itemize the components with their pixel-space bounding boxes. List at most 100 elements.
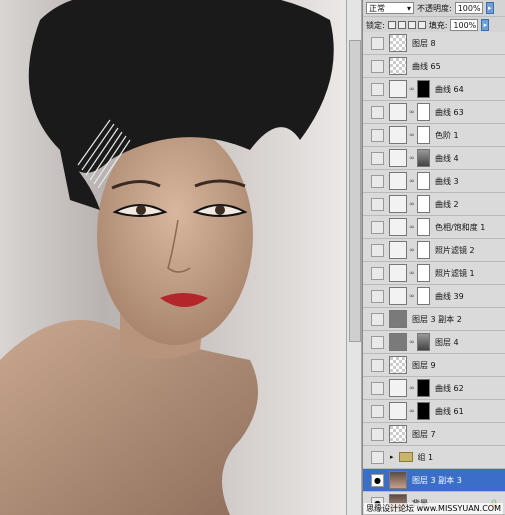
link-chain-icon[interactable]: ∞: [409, 269, 415, 277]
visibility-eye-icon[interactable]: [371, 105, 384, 119]
visibility-eye-icon[interactable]: [371, 59, 384, 73]
adjustment-thumbnail-icon[interactable]: [389, 402, 407, 420]
link-chain-icon[interactable]: ∞: [409, 407, 415, 415]
layer-row[interactable]: ∞ 色阶 1: [363, 124, 505, 147]
layer-thumbnail[interactable]: [389, 34, 407, 52]
layer-row[interactable]: ∞ 曲线 61: [363, 400, 505, 423]
opacity-arrow-icon[interactable]: ▸: [485, 2, 494, 14]
layer-row[interactable]: ∞ 曲线 39: [363, 285, 505, 308]
layer-thumbnail[interactable]: [389, 425, 407, 443]
layer-mask-thumbnail[interactable]: [417, 126, 430, 144]
expand-triangle-icon[interactable]: ▸: [390, 453, 394, 461]
layer-row[interactable]: 图层 3 副本 2: [363, 308, 505, 331]
layer-mask-thumbnail[interactable]: [417, 402, 430, 420]
link-chain-icon[interactable]: ∞: [409, 154, 415, 162]
folder-icon: [398, 452, 413, 462]
adjustment-thumbnail-icon[interactable]: [389, 379, 407, 397]
visibility-eye-icon[interactable]: [371, 266, 384, 280]
link-chain-icon[interactable]: ∞: [409, 131, 415, 139]
layer-row[interactable]: 图层 8: [363, 32, 505, 55]
image-canvas[interactable]: [0, 0, 346, 515]
adjustment-thumbnail-icon[interactable]: [389, 241, 407, 259]
layer-row[interactable]: ∞ 照片滤镜 2: [363, 239, 505, 262]
layer-row[interactable]: ∞ 曲线 64: [363, 78, 505, 101]
adjustment-thumbnail-icon[interactable]: [389, 195, 407, 213]
layer-mask-thumbnail[interactable]: [417, 333, 430, 351]
layer-mask-thumbnail[interactable]: [417, 103, 430, 121]
link-chain-icon[interactable]: ∞: [409, 177, 415, 185]
adjustment-thumbnail-icon[interactable]: [389, 287, 407, 305]
layer-row[interactable]: ∞ 曲线 62: [363, 377, 505, 400]
visibility-eye-icon[interactable]: [371, 289, 384, 303]
layer-row[interactable]: ∞ 照片滤镜 1: [363, 262, 505, 285]
adjustment-thumbnail-icon[interactable]: [389, 126, 407, 144]
link-chain-icon[interactable]: ∞: [409, 384, 415, 392]
visibility-eye-icon[interactable]: [371, 243, 384, 257]
layer-row[interactable]: ∞ 曲线 2: [363, 193, 505, 216]
adjustment-thumbnail-icon[interactable]: [389, 149, 407, 167]
canvas-vertical-scrollbar[interactable]: [346, 0, 362, 515]
link-chain-icon[interactable]: ∞: [409, 108, 415, 116]
visibility-eye-icon[interactable]: [371, 312, 384, 326]
layer-row[interactable]: 图层 9: [363, 354, 505, 377]
visibility-eye-icon[interactable]: [371, 404, 384, 418]
lock-all-icon[interactable]: [417, 21, 426, 29]
layer-mask-thumbnail[interactable]: [417, 264, 430, 282]
link-chain-icon[interactable]: ∞: [409, 246, 415, 254]
layer-row[interactable]: ▸ 组 1: [363, 446, 505, 469]
visibility-eye-icon[interactable]: [371, 450, 384, 464]
visibility-eye-icon[interactable]: [371, 220, 384, 234]
visibility-eye-icon[interactable]: ●: [371, 473, 384, 487]
fill-input[interactable]: 100%: [450, 19, 479, 31]
link-chain-icon[interactable]: ∞: [409, 200, 415, 208]
visibility-eye-icon[interactable]: [371, 427, 384, 441]
visibility-eye-icon[interactable]: [371, 335, 384, 349]
layer-mask-thumbnail[interactable]: [417, 172, 430, 190]
layer-thumbnail[interactable]: [389, 471, 407, 489]
scroll-thumb[interactable]: [349, 40, 361, 342]
layer-mask-thumbnail[interactable]: [417, 241, 430, 259]
adjustment-thumbnail-icon[interactable]: [389, 80, 407, 98]
visibility-eye-icon[interactable]: [371, 82, 384, 96]
link-chain-icon[interactable]: ∞: [409, 338, 415, 346]
visibility-eye-icon[interactable]: [371, 36, 384, 50]
layer-row[interactable]: ∞ 曲线 63: [363, 101, 505, 124]
layer-thumbnail[interactable]: [389, 333, 407, 351]
opacity-input[interactable]: 100%: [454, 2, 483, 14]
layer-mask-thumbnail[interactable]: [417, 195, 430, 213]
layer-mask-thumbnail[interactable]: [417, 149, 430, 167]
lock-transparency-icon[interactable]: [387, 21, 396, 29]
layer-row[interactable]: ∞ 图层 4: [363, 331, 505, 354]
link-chain-icon[interactable]: ∞: [409, 85, 415, 93]
layer-row[interactable]: ∞ 曲线 3: [363, 170, 505, 193]
layer-thumbnail[interactable]: [389, 310, 407, 328]
layer-row[interactable]: ∞ 色相/饱和度 1: [363, 216, 505, 239]
layer-mask-thumbnail[interactable]: [417, 218, 430, 236]
visibility-eye-icon[interactable]: [371, 151, 384, 165]
layer-mask-thumbnail[interactable]: [417, 80, 430, 98]
visibility-eye-icon[interactable]: [371, 381, 384, 395]
visibility-eye-icon[interactable]: [371, 128, 384, 142]
adjustment-thumbnail-icon[interactable]: [389, 264, 407, 282]
link-chain-icon[interactable]: ∞: [409, 223, 415, 231]
layer-thumbnail[interactable]: [389, 356, 407, 374]
lock-move-icon[interactable]: [407, 21, 416, 29]
layer-row[interactable]: 曲线 65: [363, 55, 505, 78]
layer-row[interactable]: ● 图层 3 副本 3: [363, 469, 505, 492]
adjustment-thumbnail-icon[interactable]: [389, 103, 407, 121]
adjustment-thumbnail-icon[interactable]: [389, 218, 407, 236]
layer-row[interactable]: ∞ 曲线 4: [363, 147, 505, 170]
visibility-eye-icon[interactable]: [371, 197, 384, 211]
adjustment-thumbnail-icon[interactable]: [389, 172, 407, 190]
link-chain-icon[interactable]: ∞: [409, 292, 415, 300]
blend-mode-value: 正常: [369, 3, 385, 13]
layer-mask-thumbnail[interactable]: [417, 287, 430, 305]
layer-thumbnail[interactable]: [389, 57, 407, 75]
visibility-eye-icon[interactable]: [371, 174, 384, 188]
layer-mask-thumbnail[interactable]: [417, 379, 430, 397]
blend-mode-select[interactable]: 正常 ▾: [366, 2, 414, 14]
fill-arrow-icon[interactable]: ▸: [481, 19, 490, 31]
layer-row[interactable]: 图层 7: [363, 423, 505, 446]
visibility-eye-icon[interactable]: [371, 358, 384, 372]
lock-paint-icon[interactable]: [397, 21, 406, 29]
